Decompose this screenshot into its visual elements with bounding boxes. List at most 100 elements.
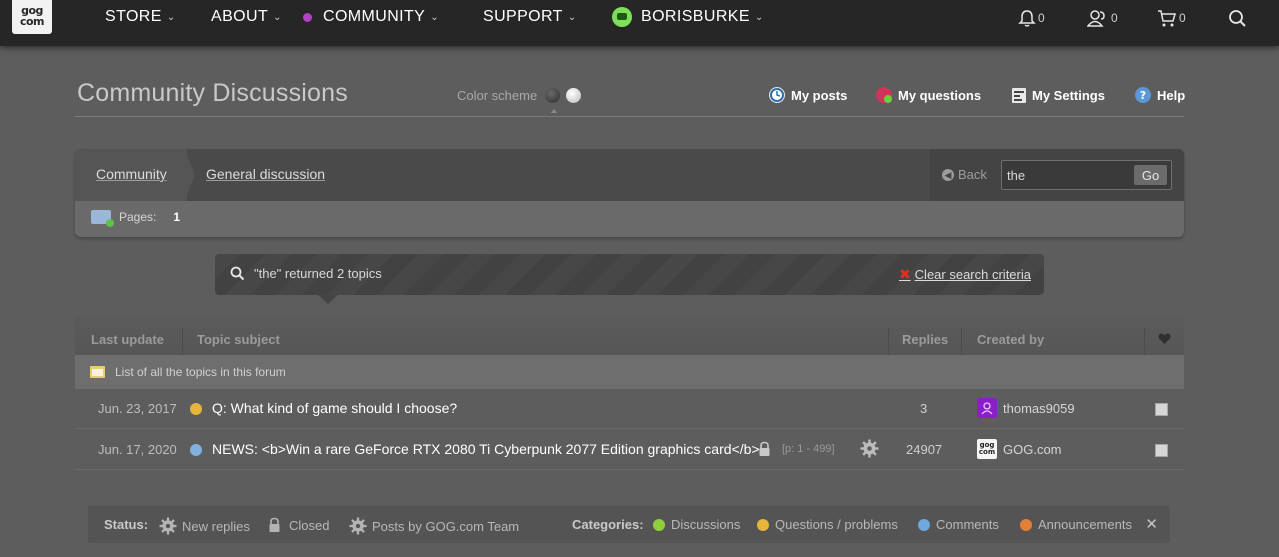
nav-store[interactable]: STORE ⌄ (105, 6, 176, 28)
current-page-number[interactable]: 1 (173, 210, 180, 224)
search-button[interactable] (1228, 8, 1249, 28)
chevron-down-icon: ⌄ (273, 11, 282, 23)
question-category-dot (190, 403, 202, 415)
forum-search-input[interactable] (1005, 164, 1133, 186)
friends-count: 0 (1111, 11, 1118, 25)
questions-label: Questions / problems (775, 517, 898, 532)
chevron-down-icon: ⌄ (567, 11, 577, 23)
magnifier-icon (230, 266, 245, 281)
user-avatar[interactable] (977, 398, 997, 418)
gog-avatar-text-bottom: com (978, 448, 996, 456)
team-posts-label: Posts by GOG.com Team (372, 518, 520, 534)
breadcrumb-panel: Community General discussion ◀ Back Go P… (75, 149, 1184, 237)
nav-community-label: COMMUNITY (323, 8, 426, 25)
topic-author-link[interactable]: thomas9059 (1003, 401, 1075, 416)
questions-icon (876, 87, 892, 103)
legend-questions: Questions / problems (757, 517, 898, 532)
topic-replies: 3 (920, 401, 928, 416)
lock-icon (759, 441, 770, 456)
topic-title-link[interactable]: Q: What kind of game should I choose? (212, 400, 457, 416)
col-last-update[interactable]: Last update (91, 332, 164, 347)
lock-icon (269, 517, 280, 532)
bell-icon (1018, 9, 1036, 27)
all-topics-link[interactable]: List of all the topics in this forum (90, 365, 286, 379)
nav-community[interactable]: COMMUNITY ⌄ (303, 6, 439, 28)
pages-icon (91, 210, 114, 227)
nav-user-label: BORISBURKE (641, 8, 750, 25)
back-label: Back (958, 167, 987, 182)
forum-search-box: Go (1001, 160, 1172, 190)
go-button[interactable]: Go (1134, 165, 1167, 185)
gog-avatar[interactable]: gog com (977, 439, 997, 459)
col-replies[interactable]: Replies (902, 332, 948, 347)
nav-user-menu[interactable]: BORISBURKE ⌄ (612, 6, 764, 28)
nav-about[interactable]: ABOUT ⌄ (211, 6, 282, 28)
breadcrumb-arrow (185, 149, 195, 201)
back-button[interactable]: ◀ Back (942, 167, 987, 182)
legend-closed: Closed (268, 517, 329, 533)
breadcrumb: Community General discussion ◀ Back Go (75, 149, 1184, 201)
topic-date: Jun. 23, 2017 (98, 401, 177, 416)
gog-logo[interactable]: gog com (12, 0, 52, 34)
breadcrumb-community-link[interactable]: Community (96, 166, 167, 182)
close-icon[interactable]: ✕ (1145, 515, 1158, 533)
my-posts-link[interactable]: My posts (769, 86, 847, 104)
table-row[interactable]: Jun. 17, 2020 NEWS: <b>Win a rare GeForc… (75, 430, 1184, 470)
help-link[interactable]: ? Help (1135, 86, 1185, 104)
all-topics-row[interactable]: List of all the topics in this forum (75, 355, 1184, 389)
page-title: Community Discussions (77, 79, 348, 107)
closed-label: Closed (289, 517, 330, 533)
top-nav-bar: gog com STORE ⌄ ABOUT ⌄ COMMUNITY ⌄ SUPP… (0, 0, 1279, 46)
column-separator (888, 328, 889, 355)
topic-author-link[interactable]: GOG.com (1003, 442, 1062, 457)
announcements-label: Announcements (1038, 517, 1132, 532)
scheme-selected-caret (551, 109, 557, 113)
my-questions-link[interactable]: My questions (876, 86, 981, 104)
comment-category-dot (190, 444, 202, 456)
pages-label: Pages: (119, 210, 157, 224)
search-result-banner: "the" returned 2 topics ✖ Clear search c… (215, 254, 1044, 295)
discussions-dot (653, 518, 665, 531)
nav-support[interactable]: SUPPORT ⌄ (483, 6, 577, 28)
legend-comments: Comments (918, 517, 999, 532)
light-scheme-button[interactable] (566, 88, 582, 103)
legend-new-replies: New replies (159, 517, 250, 535)
nav-support-label: SUPPORT (483, 8, 563, 25)
topic-title-link[interactable]: NEWS: <b>Win a rare GeForce RTX 2080 Ti … (212, 441, 760, 457)
gear-icon (159, 517, 177, 535)
folder-icon (90, 366, 105, 378)
legend-team-posts: Posts by GOG.com Team (349, 517, 519, 535)
table-row[interactable]: Jun. 23, 2017 Q: What kind of game shoul… (75, 389, 1184, 429)
chevron-down-icon: ⌄ (430, 11, 440, 23)
topic-pages-link[interactable]: [p: 1 - 499] (782, 443, 835, 455)
announcements-dot (1020, 518, 1032, 531)
legend-bar: Status: New replies Closed Posts by GOG.… (88, 505, 1170, 543)
favorite-checkbox[interactable] (1155, 444, 1168, 457)
col-created-by[interactable]: Created by (977, 332, 1044, 347)
color-scheme-label: Color scheme (457, 88, 538, 103)
gear-icon (349, 517, 367, 535)
legend-discussions: Discussions (653, 517, 740, 532)
notifications-button[interactable]: 0 (1018, 8, 1045, 28)
banner-pointer (318, 295, 338, 304)
my-settings-link[interactable]: My Settings (1012, 86, 1105, 104)
header-divider (75, 116, 1184, 117)
favorite-checkbox[interactable] (1155, 403, 1168, 416)
heart-icon[interactable] (1158, 333, 1171, 345)
column-separator (182, 328, 183, 355)
search-result-message: "the" returned 2 topics (230, 266, 382, 281)
user-avatar (612, 7, 632, 27)
friends-button[interactable]: 0 (1087, 8, 1118, 28)
all-topics-label: List of all the topics in this forum (115, 365, 286, 379)
cart-button[interactable]: 0 (1157, 8, 1186, 28)
my-settings-label: My Settings (1032, 87, 1105, 103)
clear-search-link[interactable]: ✖ Clear search criteria (899, 266, 1031, 283)
my-questions-label: My questions (898, 87, 982, 103)
gear-icon (860, 439, 879, 458)
topics-table-header: Last update Topic subject Replies Create… (75, 316, 1184, 355)
dark-scheme-button[interactable] (545, 88, 561, 103)
cart-count: 0 (1179, 11, 1186, 25)
col-topic-subject[interactable]: Topic subject (197, 332, 280, 347)
questions-dot (757, 518, 769, 531)
breadcrumb-forum-link[interactable]: General discussion (206, 166, 325, 182)
